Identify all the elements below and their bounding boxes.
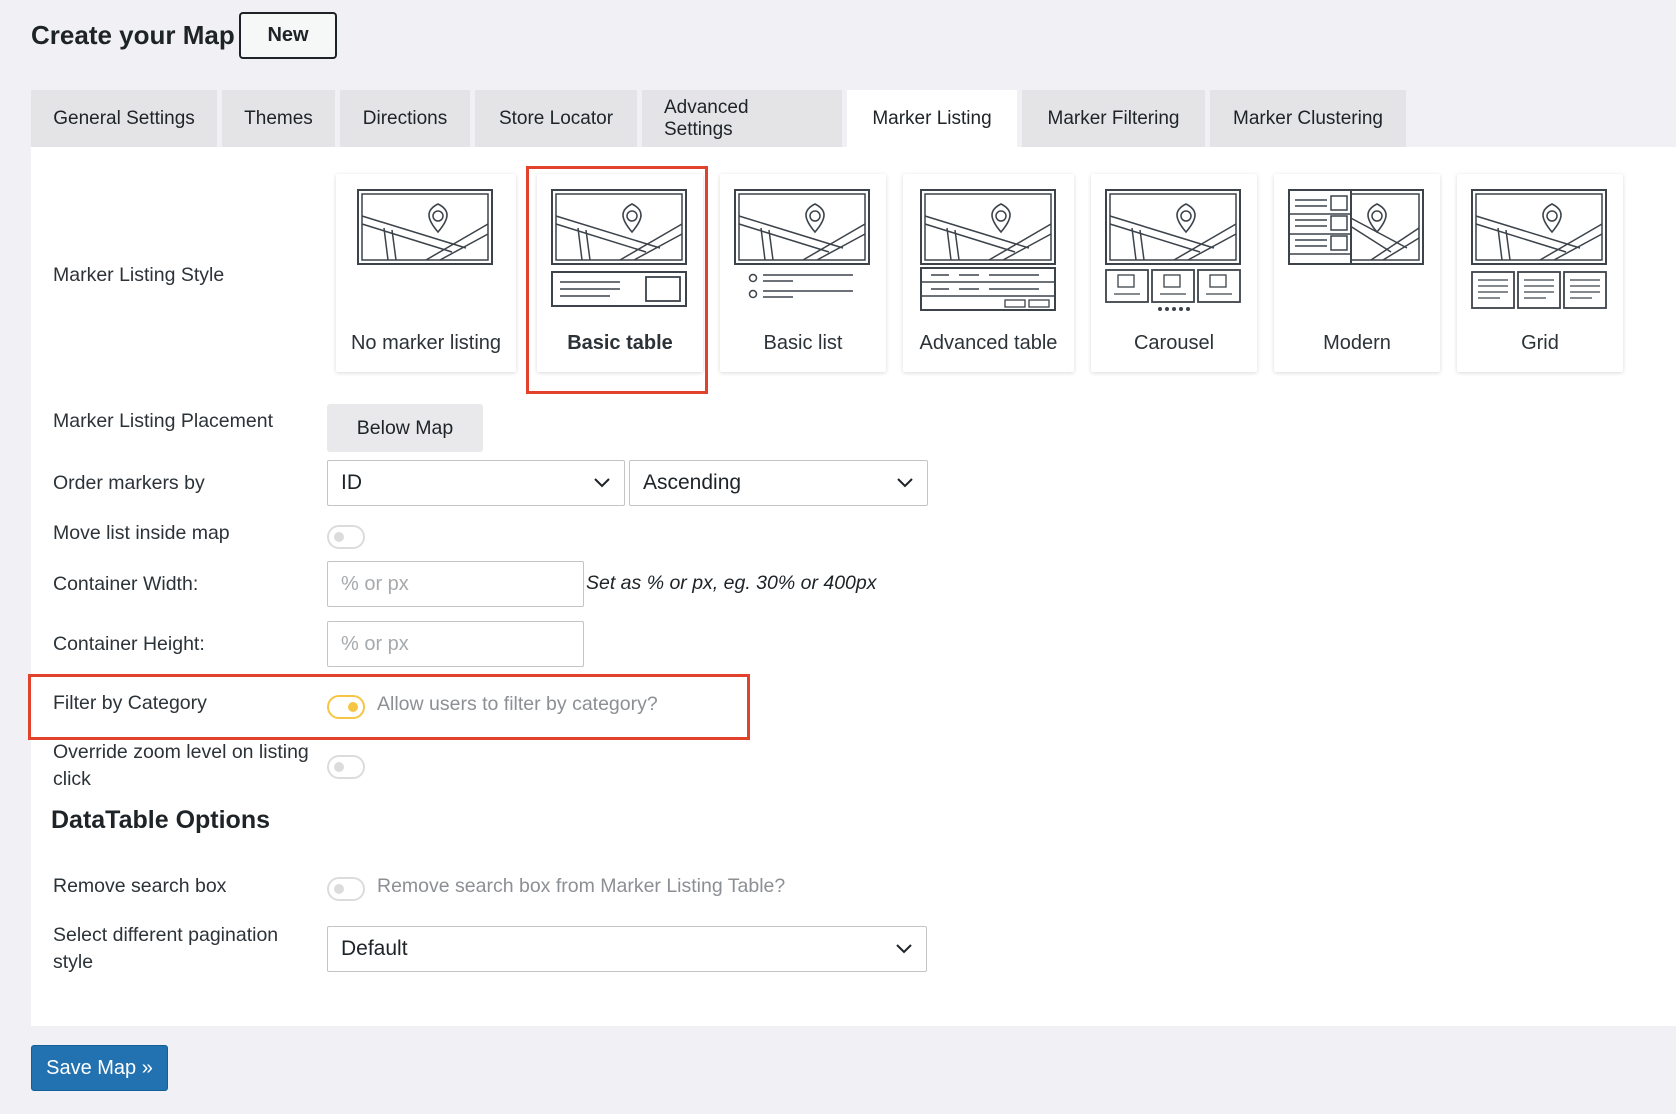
pagination-label-line2: style (53, 951, 94, 973)
style-option-label: Basic list (763, 332, 843, 354)
tab-general-settings[interactable]: General Settings (31, 90, 217, 147)
carousel-icon (1105, 189, 1241, 311)
pagination-value: Default (341, 937, 408, 960)
style-option-modern[interactable]: Modern (1274, 174, 1440, 372)
remove-search-toggle[interactable] (327, 877, 365, 901)
container-width-hint: Set as % or px, eg. 30% or 400px (586, 572, 877, 594)
container-height-label: Container Height: (53, 633, 205, 655)
placement-button[interactable]: Below Map (327, 404, 483, 452)
toggle-knob (348, 702, 358, 712)
style-option-advanced-table[interactable]: Advanced table (903, 174, 1074, 372)
toggle-knob (334, 762, 344, 772)
style-option-label: No marker listing (350, 332, 502, 354)
container-width-label: Container Width: (53, 573, 199, 595)
map-only-icon (357, 189, 493, 265)
move-inside-label: Move list inside map (53, 522, 230, 544)
chevron-down-icon (897, 478, 913, 488)
override-zoom-label-line2: click (53, 768, 91, 790)
save-map-button[interactable]: Save Map » (31, 1045, 168, 1091)
tab-directions[interactable]: Directions (340, 90, 470, 147)
container-width-input[interactable] (327, 561, 584, 607)
modern-icon (1288, 189, 1424, 265)
order-direction-select[interactable]: Ascending (629, 460, 928, 506)
style-option-basic-table[interactable]: Basic table (537, 174, 703, 372)
pagination-label: Select different pagination style (53, 922, 278, 976)
basic-list-icon (734, 189, 870, 299)
settings-tabs: General Settings Themes Directions Store… (31, 90, 1406, 147)
pagination-select[interactable]: Default (327, 926, 927, 972)
tab-store-locator[interactable]: Store Locator (475, 90, 637, 147)
remove-search-description: Remove search box from Marker Listing Ta… (377, 875, 786, 897)
style-option-grid[interactable]: Grid (1457, 174, 1623, 372)
page-title: Create your Map (31, 19, 235, 50)
tab-marker-clustering[interactable]: Marker Clustering (1210, 90, 1406, 147)
style-option-label: Modern (1323, 332, 1391, 354)
new-map-button[interactable]: New (239, 12, 337, 59)
chevron-down-icon (896, 944, 912, 954)
tab-advanced-settings[interactable]: Advanced Settings (642, 90, 842, 147)
grid-icon (1471, 189, 1607, 309)
override-zoom-label-line1: Override zoom level on listing (53, 741, 309, 763)
move-inside-toggle[interactable] (327, 525, 365, 549)
tab-themes[interactable]: Themes (222, 90, 335, 147)
container-height-input[interactable] (327, 621, 584, 667)
tab-marker-listing[interactable]: Marker Listing (847, 90, 1017, 147)
style-option-label: Grid (1521, 332, 1559, 354)
style-option-basic-list[interactable]: Basic list (720, 174, 886, 372)
toggle-knob (334, 884, 344, 894)
tab-marker-filtering[interactable]: Marker Filtering (1022, 90, 1205, 147)
style-option-label: Advanced table (919, 332, 1058, 354)
page-header: Create your Map (31, 12, 235, 58)
order-field-select[interactable]: ID (327, 460, 625, 506)
remove-search-label: Remove search box (53, 875, 227, 897)
marker-listing-style-label: Marker Listing Style (53, 264, 225, 286)
filter-category-toggle[interactable] (327, 695, 365, 719)
style-option-label: Carousel (1133, 332, 1215, 354)
order-label: Order markers by (53, 472, 205, 494)
style-option-label: Basic table (567, 332, 673, 354)
override-zoom-toggle[interactable] (327, 755, 365, 779)
override-zoom-label: Override zoom level on listing click (53, 739, 309, 793)
toggle-knob (334, 532, 344, 542)
datatable-options-heading: DataTable Options (51, 806, 271, 834)
basic-table-icon (551, 189, 687, 307)
filter-category-label: Filter by Category (53, 692, 207, 714)
chevron-down-icon (594, 478, 610, 488)
order-field-value: ID (341, 471, 362, 494)
style-option-carousel[interactable]: Carousel (1091, 174, 1257, 372)
placement-label: Marker Listing Placement (53, 410, 274, 432)
style-option-no-marker-listing[interactable]: No marker listing (336, 174, 516, 372)
advanced-table-icon (919, 189, 1056, 311)
pagination-label-line1: Select different pagination (53, 924, 279, 946)
order-direction-value: Ascending (643, 471, 742, 494)
filter-category-description: Allow users to filter by category? (377, 693, 658, 715)
